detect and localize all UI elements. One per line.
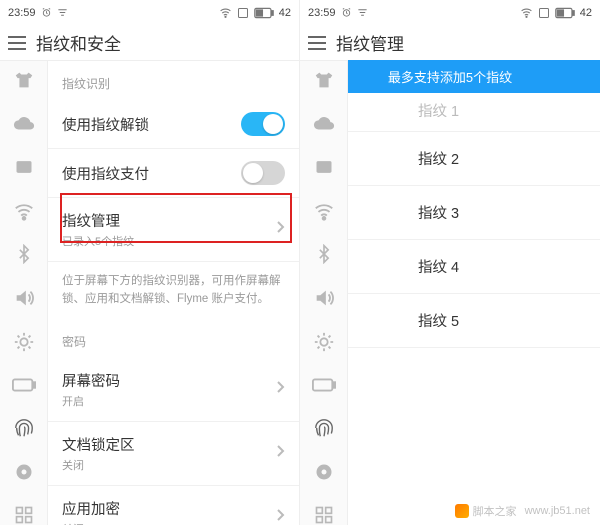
location-icon[interactable] [12, 461, 36, 482]
toggle-unlock[interactable] [241, 112, 285, 136]
fingerprint-icon[interactable] [312, 417, 336, 439]
row-manage[interactable]: 指纹管理 已录入5个指纹 [48, 198, 299, 262]
brightness-icon[interactable] [12, 331, 36, 353]
sim-icon[interactable] [12, 157, 36, 178]
sound-icon[interactable] [312, 287, 336, 309]
row-pay[interactable]: 使用指纹支付 [48, 149, 299, 198]
sort-icon [57, 7, 68, 18]
bluetooth-icon[interactable] [312, 244, 336, 265]
watermark-logo-icon [455, 504, 469, 518]
title-bar: 指纹管理 [300, 25, 600, 61]
section-fingerprint: 指纹识别 [48, 61, 299, 100]
battery-text: 42 [580, 7, 592, 19]
page-title: 指纹和安全 [36, 30, 121, 55]
clock: 23:59 [308, 7, 336, 19]
row-appenc[interactable]: 应用加密 关闭 [48, 486, 299, 525]
bluetooth-icon[interactable] [12, 244, 36, 265]
apps-icon[interactable] [12, 504, 36, 525]
cloud-icon[interactable] [12, 113, 36, 135]
battery-icon [555, 7, 575, 19]
phone-left: 23:59 42 指纹和安全 [0, 0, 300, 525]
wifi-side-icon[interactable] [12, 200, 36, 222]
row-unlock[interactable]: 使用指纹解锁 [48, 100, 299, 149]
menu-icon[interactable] [308, 36, 326, 50]
fingerprint-icon[interactable] [12, 417, 36, 439]
sidebar [0, 61, 48, 525]
wifi-icon [219, 6, 232, 19]
chevron-right-icon [275, 444, 285, 463]
row-screenpwd[interactable]: 屏幕密码 开启 [48, 358, 299, 422]
location-icon[interactable] [312, 461, 336, 482]
sound-icon[interactable] [12, 287, 36, 309]
sort-icon [357, 7, 368, 18]
toggle-pay[interactable] [241, 161, 285, 185]
battery-icon [254, 7, 274, 19]
fingerprint-item[interactable]: 指纹 2 [348, 132, 600, 186]
alarm-icon [41, 7, 52, 18]
section-password: 密码 [48, 319, 299, 358]
signal-icon [538, 7, 550, 19]
signal-icon [237, 7, 249, 19]
fingerprint-item[interactable]: 指纹 3 [348, 186, 600, 240]
row-doclock[interactable]: 文档锁定区 关闭 [48, 422, 299, 486]
phone-right: 23:59 42 指纹管理 [300, 0, 600, 525]
title-bar: 指纹和安全 [0, 25, 299, 61]
brightness-icon[interactable] [312, 331, 336, 353]
chevron-right-icon [275, 220, 285, 239]
sidebar [300, 61, 348, 525]
fingerprint-item[interactable]: 指纹 5 [348, 294, 600, 348]
status-bar: 23:59 42 [0, 0, 299, 25]
battery-text: 42 [279, 7, 291, 19]
fingerprint-desc: 位于屏幕下方的指纹识别器，可用作屏幕解锁、应用和文档解锁、Flyme 账户支付。 [48, 262, 299, 319]
battery-side-icon[interactable] [12, 375, 36, 396]
clock: 23:59 [8, 7, 36, 19]
page-title: 指纹管理 [336, 30, 404, 55]
content: 指纹识别 使用指纹解锁 使用指纹支付 指纹管理 已录入5个指纹 位于屏 [48, 61, 299, 525]
apps-icon[interactable] [312, 504, 336, 525]
fingerprint-item[interactable]: 指纹 1 [348, 90, 600, 132]
watermark: 脚本之家 www.jb51.net [455, 503, 590, 519]
shirt-icon[interactable] [12, 69, 36, 91]
battery-side-icon[interactable] [312, 375, 336, 396]
alarm-icon [341, 7, 352, 18]
status-bar: 23:59 42 [300, 0, 600, 25]
wifi-side-icon[interactable] [312, 200, 336, 222]
fingerprint-item[interactable]: 指纹 4 [348, 240, 600, 294]
menu-icon[interactable] [8, 36, 26, 50]
chevron-right-icon [275, 508, 285, 525]
banner: 最多支持添加5个指纹 [348, 60, 600, 93]
content: 最多支持添加5个指纹 指纹 1 指纹 2 指纹 3 指纹 4 指纹 5 [348, 60, 600, 525]
shirt-icon[interactable] [312, 69, 336, 91]
sim-icon[interactable] [312, 157, 336, 178]
cloud-icon[interactable] [312, 113, 336, 135]
chevron-right-icon [275, 380, 285, 399]
wifi-icon [520, 6, 533, 19]
